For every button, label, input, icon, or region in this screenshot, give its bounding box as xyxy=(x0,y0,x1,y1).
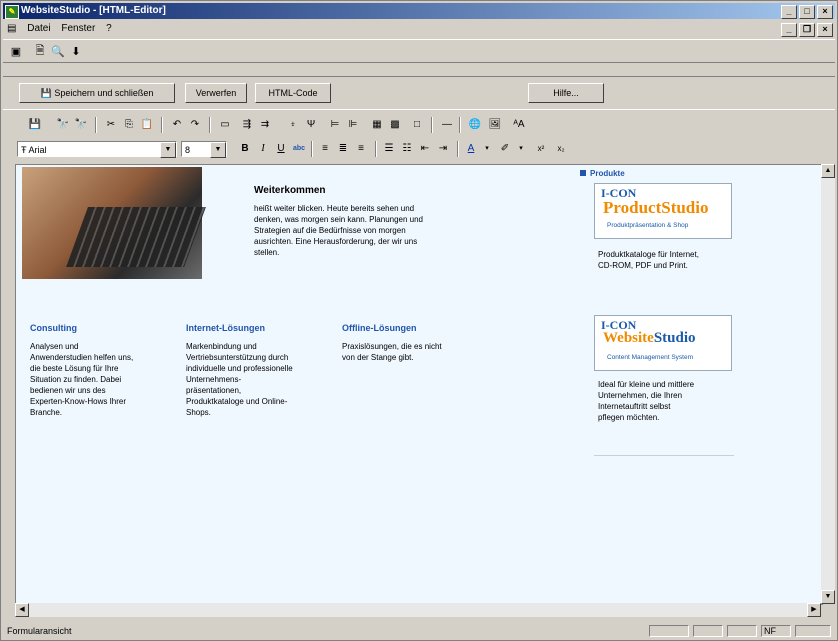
bullet-list-icon[interactable]: ☷ xyxy=(399,141,415,157)
undo-icon[interactable]: ↶ xyxy=(169,117,185,133)
insert-row-icon[interactable]: ⇶ xyxy=(239,117,255,133)
save-icon: 💾 xyxy=(40,88,52,98)
square-bullet-icon xyxy=(580,170,586,176)
sidebar-divider xyxy=(594,455,734,456)
chevron-down-icon: ▼ xyxy=(160,142,176,158)
save-icon[interactable]: 💾 xyxy=(27,117,43,133)
underline-icon[interactable]: U xyxy=(273,141,289,157)
redo-icon[interactable]: ↷ xyxy=(187,117,203,133)
align-right-icon[interactable]: ⊫ xyxy=(345,117,361,133)
discard-button[interactable]: Verwerfen xyxy=(185,83,247,103)
scroll-down-icon[interactable]: ▼ xyxy=(821,590,835,604)
col-offline-title: Offline-Lösungen xyxy=(342,323,417,333)
insert-col-icon[interactable]: ⇉ xyxy=(257,117,273,133)
products-heading: Produkte xyxy=(580,169,625,178)
align-left-icon[interactable]: ≡ xyxy=(317,141,333,157)
preview-icon[interactable]: 🔍 xyxy=(49,43,67,59)
merge-icon[interactable]: ⍖ xyxy=(285,117,301,133)
mdi-minimize-button[interactable]: _ xyxy=(781,23,797,37)
scroll-up-icon[interactable]: ▲ xyxy=(821,164,835,178)
size-select[interactable]: 8 ▼ xyxy=(181,141,227,158)
status-text: Formularansicht xyxy=(7,626,72,636)
new-page-icon[interactable]: 🗎 xyxy=(31,43,49,59)
superscript-icon[interactable]: x² xyxy=(533,141,549,157)
horizontal-rule-icon[interactable]: — xyxy=(439,117,455,133)
font-icon: Ŧ xyxy=(21,145,27,155)
col-offline-text: Praxislösungen, die es nicht von der Stan… xyxy=(342,342,442,362)
abc-icon[interactable]: abc xyxy=(291,141,307,157)
table-icon[interactable]: ▭ xyxy=(217,117,233,133)
publish-icon[interactable]: ⬇ xyxy=(67,43,85,59)
html-code-button[interactable]: HTML-Code xyxy=(255,83,331,103)
align-icon[interactable]: ⊨ xyxy=(327,117,343,133)
scroll-right-icon[interactable]: ▶ xyxy=(807,603,821,617)
grid2-icon[interactable]: ▩ xyxy=(387,117,403,133)
menu-bar: ▤ Datei Fenster ? _ ❐ × xyxy=(3,21,835,37)
outdent-icon[interactable]: ⇤ xyxy=(417,141,433,157)
main-toolbar: ▣ 🗎 🔍 ⬇ xyxy=(3,39,835,63)
grid-icon[interactable]: ▦ xyxy=(369,117,385,133)
font-size-icon[interactable]: ᴬA xyxy=(511,117,527,133)
app-window: ✎ WebsiteStudio - [HTML-Editor] _ □ × ▤ … xyxy=(0,0,838,641)
intro-title: Weiterkommen xyxy=(254,185,326,196)
hero-image xyxy=(22,167,206,279)
help-button[interactable]: Hilfe... xyxy=(528,83,604,103)
doc-icon[interactable]: ▤ xyxy=(7,23,16,34)
vertical-scrollbar[interactable]: ▲ ▼ xyxy=(821,164,835,604)
copy-icon[interactable]: ⎘ xyxy=(121,117,137,133)
paste-icon[interactable]: 📋 xyxy=(139,117,155,133)
col-consulting-title: Consulting xyxy=(30,323,77,333)
col-internet-title: Internet-Lösungen xyxy=(186,323,265,333)
productstudio-desc: Produktkataloge für Internet, CD-ROM, PDF… xyxy=(598,250,699,270)
split-icon[interactable]: Ψ xyxy=(303,117,319,133)
intro-text: heißt weiter blicken. Heute bereits sehe… xyxy=(254,204,424,257)
image-icon[interactable]: 🖼 xyxy=(487,117,503,133)
subscript-icon[interactable]: x₂ xyxy=(553,141,569,157)
view-icon[interactable]: ▣ xyxy=(7,43,25,59)
align-center-icon[interactable]: ≣ xyxy=(335,141,351,157)
action-bar: 💾 Speichern und schließen Verwerfen HTML… xyxy=(3,76,835,110)
text-color-icon[interactable]: A xyxy=(463,141,479,157)
highlight-dropdown-icon[interactable]: ▾ xyxy=(513,141,529,157)
format-toolbar: 💾 🔭 🔭 ✂ ⎘ 📋 ↶ ↷ ▭ ⇶ ⇉ ⍖ Ψ ⊨ ⊫ ▦ ▩ □ — 🌐 … xyxy=(3,113,835,163)
html-editor-canvas[interactable]: Weiterkommen heißt weiter blicken. Heute… xyxy=(15,164,823,605)
cut-icon[interactable]: ✂ xyxy=(103,117,119,133)
app-icon: ✎ xyxy=(5,5,19,19)
menu-fenster[interactable]: Fenster xyxy=(61,23,95,34)
productstudio-logo[interactable]: I-CON ProductStudio Produktpräsentation … xyxy=(594,183,732,239)
link-icon[interactable]: 🌐 xyxy=(467,117,483,133)
status-bar: Formularansicht NF xyxy=(3,623,835,639)
indent-icon[interactable]: ⇥ xyxy=(435,141,451,157)
frame-icon[interactable]: □ xyxy=(409,117,425,133)
horizontal-scrollbar[interactable]: ◀ ▶ xyxy=(15,603,821,617)
font-select[interactable]: Ŧ Arial ▼ xyxy=(17,141,177,158)
text-color-dropdown-icon[interactable]: ▾ xyxy=(479,141,495,157)
close-button[interactable]: × xyxy=(817,5,833,19)
find-icon[interactable]: 🔭 xyxy=(55,117,71,133)
minimize-button[interactable]: _ xyxy=(781,5,797,19)
bold-icon[interactable]: B xyxy=(237,141,253,157)
scroll-left-icon[interactable]: ◀ xyxy=(15,603,29,617)
col-consulting-text: Analysen und Anwenderstudien helfen uns, … xyxy=(30,342,134,417)
window-title: WebsiteStudio - [HTML-Editor] xyxy=(21,5,166,16)
align-right-text-icon[interactable]: ≡ xyxy=(353,141,369,157)
nf-indicator: NF xyxy=(761,625,791,637)
save-close-button[interactable]: 💾 Speichern und schließen xyxy=(19,83,175,103)
italic-icon[interactable]: I xyxy=(255,141,271,157)
mdi-restore-button[interactable]: ❐ xyxy=(799,23,815,37)
menu-datei[interactable]: Datei xyxy=(27,23,50,34)
mdi-close-button[interactable]: × xyxy=(817,23,833,37)
chevron-down-icon: ▼ xyxy=(210,142,226,158)
maximize-button[interactable]: □ xyxy=(799,5,815,19)
col-internet-text: Markenbindung und Vertriebsunterstützung … xyxy=(186,342,293,417)
websitestudio-logo[interactable]: I-CON WebsiteStudio Content Management S… xyxy=(594,315,732,371)
title-bar[interactable]: ✎ WebsiteStudio - [HTML-Editor] _ □ × xyxy=(3,3,835,19)
menu-help[interactable]: ? xyxy=(106,23,112,34)
websitestudio-desc: Ideal für kleine und mittlere Unternehmen… xyxy=(598,380,695,422)
highlight-icon[interactable]: ✐ xyxy=(497,141,513,157)
replace-icon[interactable]: 🔭 xyxy=(73,117,89,133)
numbered-list-icon[interactable]: ☰ xyxy=(381,141,397,157)
